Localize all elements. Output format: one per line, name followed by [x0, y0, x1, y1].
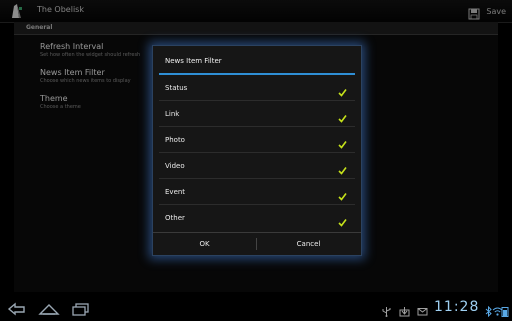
download-icon[interactable] — [399, 302, 410, 317]
email-icon[interactable] — [417, 302, 428, 316]
option-status[interactable]: Status — [153, 75, 361, 101]
home-icon[interactable] — [38, 301, 60, 315]
dialog-title: News Item Filter — [165, 57, 222, 65]
clock[interactable]: 11:28 — [434, 299, 479, 315]
option-label: Link — [165, 110, 180, 118]
back-icon[interactable] — [6, 301, 28, 316]
option-label: Status — [165, 84, 188, 92]
cancel-button[interactable]: Cancel — [257, 233, 360, 255]
checkmark-icon[interactable] — [338, 186, 347, 201]
checkmark-icon[interactable] — [338, 134, 347, 149]
option-label: Event — [165, 188, 186, 196]
option-link[interactable]: Link — [153, 101, 361, 127]
usb-icon[interactable] — [381, 302, 392, 317]
option-event[interactable]: Event — [153, 179, 361, 205]
checkmark-icon[interactable] — [338, 160, 347, 175]
option-label: Video — [165, 162, 185, 170]
checkmark-icon[interactable] — [338, 82, 347, 97]
option-label: Other — [165, 214, 185, 222]
news-item-filter-dialog: News Item Filter Status Link Photo Video… — [152, 45, 362, 256]
checkmark-icon[interactable] — [338, 212, 347, 227]
option-photo[interactable]: Photo — [153, 127, 361, 153]
recent-apps-icon[interactable] — [70, 301, 92, 316]
battery-icon[interactable] — [501, 302, 512, 317]
checkmark-icon[interactable] — [338, 108, 347, 123]
ok-button[interactable]: OK — [153, 233, 256, 255]
system-bar: 11:28 — [0, 296, 512, 320]
option-label: Photo — [165, 136, 185, 144]
option-other[interactable]: Other — [153, 205, 361, 231]
dialog-button-bar: OK Cancel — [153, 232, 361, 255]
option-video[interactable]: Video — [153, 153, 361, 179]
